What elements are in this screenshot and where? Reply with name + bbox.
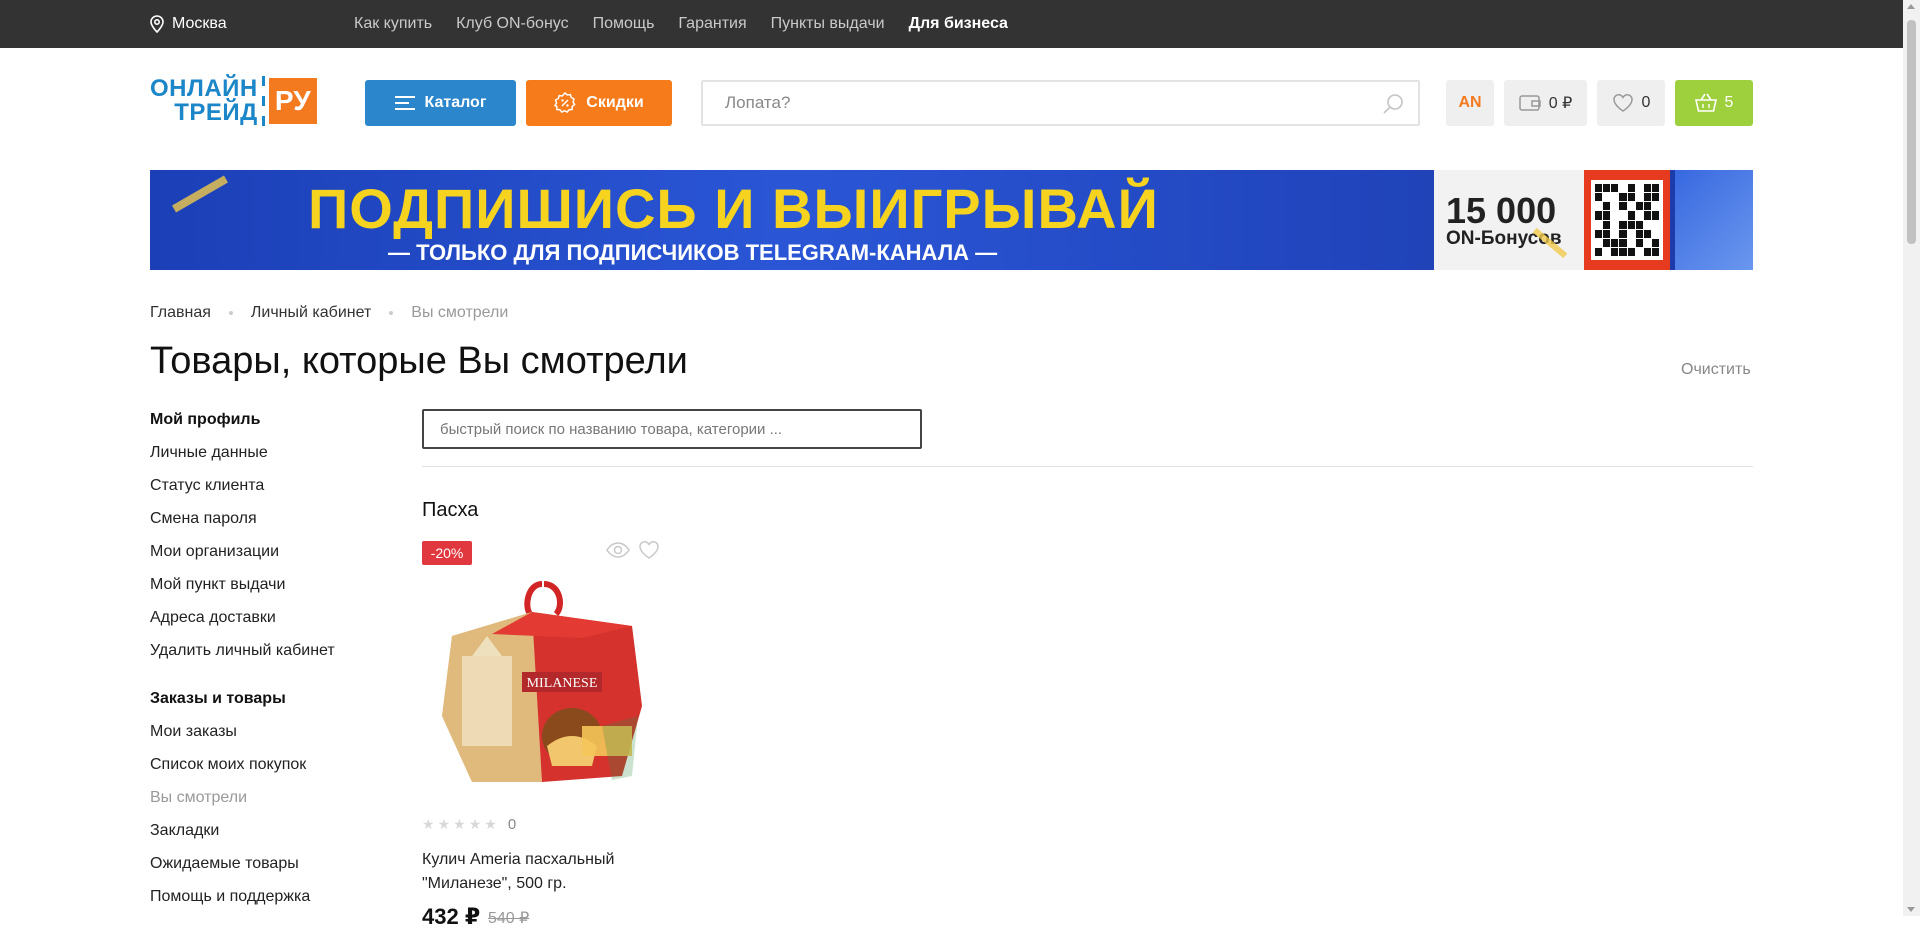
page-scrollbar[interactable]: [1903, 0, 1920, 916]
wallet-icon: [1518, 95, 1541, 111]
star-icon: ★: [453, 816, 466, 832]
qr-code-icon: [1584, 170, 1670, 270]
basket-icon: [1694, 93, 1717, 112]
banner-subline: — ТОЛЬКО ДЛЯ ПОДПИСЧИКОВ TELEGRAM-КАНАЛА…: [388, 240, 998, 265]
page-title: Товары, которые Вы смотрели: [150, 340, 688, 382]
product-image[interactable]: MILANESE: [432, 576, 654, 784]
breadcrumb-account[interactable]: Личный кабинет: [251, 304, 371, 322]
banner-side-decoration: [1675, 170, 1753, 270]
location-pin-icon: [150, 15, 164, 33]
sidebar-item-purchases[interactable]: Список моих покупок: [150, 755, 400, 788]
sidebar-item-organizations[interactable]: Мои организации: [150, 542, 400, 575]
add-to-favorites-icon[interactable]: [638, 540, 660, 560]
product-old-price: 540 ₽: [488, 910, 530, 927]
user-initials: AN: [1458, 94, 1482, 111]
sidebar-item-expected[interactable]: Ожидаемые товары: [150, 854, 400, 887]
favorites-count: 0: [1641, 94, 1651, 111]
star-icon: ★: [422, 816, 435, 832]
menu-icon: [394, 96, 415, 110]
sidebar-item-personal-data[interactable]: Личные данные: [150, 443, 400, 476]
cart-button[interactable]: 5: [1675, 80, 1753, 126]
topnav-pickup-points[interactable]: Пункты выдачи: [771, 15, 885, 33]
topnav-how-to-buy[interactable]: Как купить: [354, 15, 432, 33]
sidebar-item-change-password[interactable]: Смена пароля: [150, 509, 400, 542]
product-box-label: MILANESE: [527, 676, 598, 691]
sidebar-item-delete-account[interactable]: Удалить личный кабинет: [150, 641, 400, 674]
breadcrumb-separator: [228, 311, 233, 315]
sidebar-item-client-status[interactable]: Статус клиента: [150, 476, 400, 509]
product-name[interactable]: Кулич Ameria пасхальный "Миланезе", 500 …: [422, 848, 662, 896]
breadcrumb-current: Вы смотрели: [411, 304, 509, 321]
top-nav: Как купить Клуб ON-бонус Помощь Гарантия…: [354, 0, 1032, 48]
top-bar: Москва Как купить Клуб ON-бонус Помощь Г…: [0, 0, 1903, 48]
product-price: 432 ₽: [422, 904, 481, 929]
site-search: [701, 80, 1420, 126]
city-selector[interactable]: Москва: [150, 0, 227, 48]
wallet-button[interactable]: 0 ₽: [1504, 80, 1587, 126]
discounts-button[interactable]: Скидки: [526, 80, 672, 126]
breadcrumb-separator: [389, 311, 394, 315]
star-icon: ★: [437, 816, 451, 832]
catalog-label: Каталог: [424, 94, 487, 111]
star-icon: ★: [468, 816, 482, 832]
bonus-amount: 15 000: [1446, 190, 1557, 231]
breadcrumb-home[interactable]: Главная: [150, 304, 211, 322]
discounts-label: Скидки: [586, 94, 644, 111]
divider: [422, 466, 1753, 467]
topnav-business[interactable]: Для бизнеса: [909, 15, 1008, 33]
heart-icon: [1612, 94, 1633, 112]
sidebar-section-orders: Заказы и товары: [150, 690, 286, 707]
sidebar-item-delivery-addresses[interactable]: Адреса доставки: [150, 608, 400, 641]
search-icon[interactable]: [1382, 93, 1404, 115]
sidebar-item-my-orders[interactable]: Мои заказы: [150, 722, 400, 755]
scroll-up-arrow-icon[interactable]: [1907, 4, 1915, 9]
logo-wordmark: ОНЛАЙН ТРЕЙД: [150, 75, 258, 126]
sidebar-item-bookmarks[interactable]: Закладки: [150, 821, 400, 854]
logo-ru-badge: РУ: [268, 78, 317, 124]
account-sidebar: Мой профиль Личные данные Статус клиента…: [150, 411, 400, 920]
confetti-decoration: [172, 175, 228, 213]
review-count[interactable]: 0: [508, 816, 516, 833]
discount-badge: -20%: [422, 541, 472, 565]
search-input[interactable]: [703, 82, 1343, 124]
breadcrumb: Главная Личный кабинет Вы смотрели: [150, 304, 508, 322]
quick-search-input[interactable]: [424, 411, 920, 447]
favorites-button[interactable]: 0: [1597, 80, 1665, 126]
eye-icon[interactable]: [606, 541, 630, 559]
discount-badge-icon: [554, 92, 576, 114]
quick-search: [422, 409, 922, 449]
cart-count: 5: [1724, 94, 1734, 111]
topnav-help[interactable]: Помощь: [593, 15, 655, 33]
scrollbar-thumb[interactable]: [1907, 20, 1916, 244]
star-icon: ★: [484, 816, 497, 832]
product-rating: ★ ★ ★ ★ ★ 0: [422, 816, 516, 833]
sidebar-item-support[interactable]: Помощь и поддержка: [150, 887, 400, 920]
topnav-on-bonus[interactable]: Клуб ON-бонус: [456, 15, 569, 33]
sidebar-item-pickup-point[interactable]: Мой пункт выдачи: [150, 575, 400, 608]
sidebar-section-profile: Мой профиль: [150, 411, 261, 428]
clear-history-link[interactable]: Очистить: [1681, 361, 1751, 379]
catalog-button[interactable]: Каталог: [365, 80, 516, 126]
category-heading: Пасха: [422, 499, 479, 521]
site-logo[interactable]: ОНЛАЙН ТРЕЙД РУ: [150, 76, 338, 126]
banner-headline: ПОДПИШИСЬ И ВЫИГРЫВАЙ: [308, 177, 1159, 240]
sidebar-item-viewed: Вы смотрели: [150, 789, 248, 806]
topnav-warranty[interactable]: Гарантия: [678, 15, 746, 33]
city-label: Москва: [172, 15, 227, 32]
promo-banner[interactable]: ПОДПИШИСЬ И ВЫИГРЫВАЙ — ТОЛЬКО ДЛЯ ПОДПИ…: [150, 170, 1753, 270]
logo-separator: [261, 76, 265, 126]
user-account-button[interactable]: AN: [1446, 80, 1494, 126]
wallet-balance: 0 ₽: [1548, 95, 1573, 112]
scroll-down-arrow-icon[interactable]: [1907, 907, 1915, 912]
